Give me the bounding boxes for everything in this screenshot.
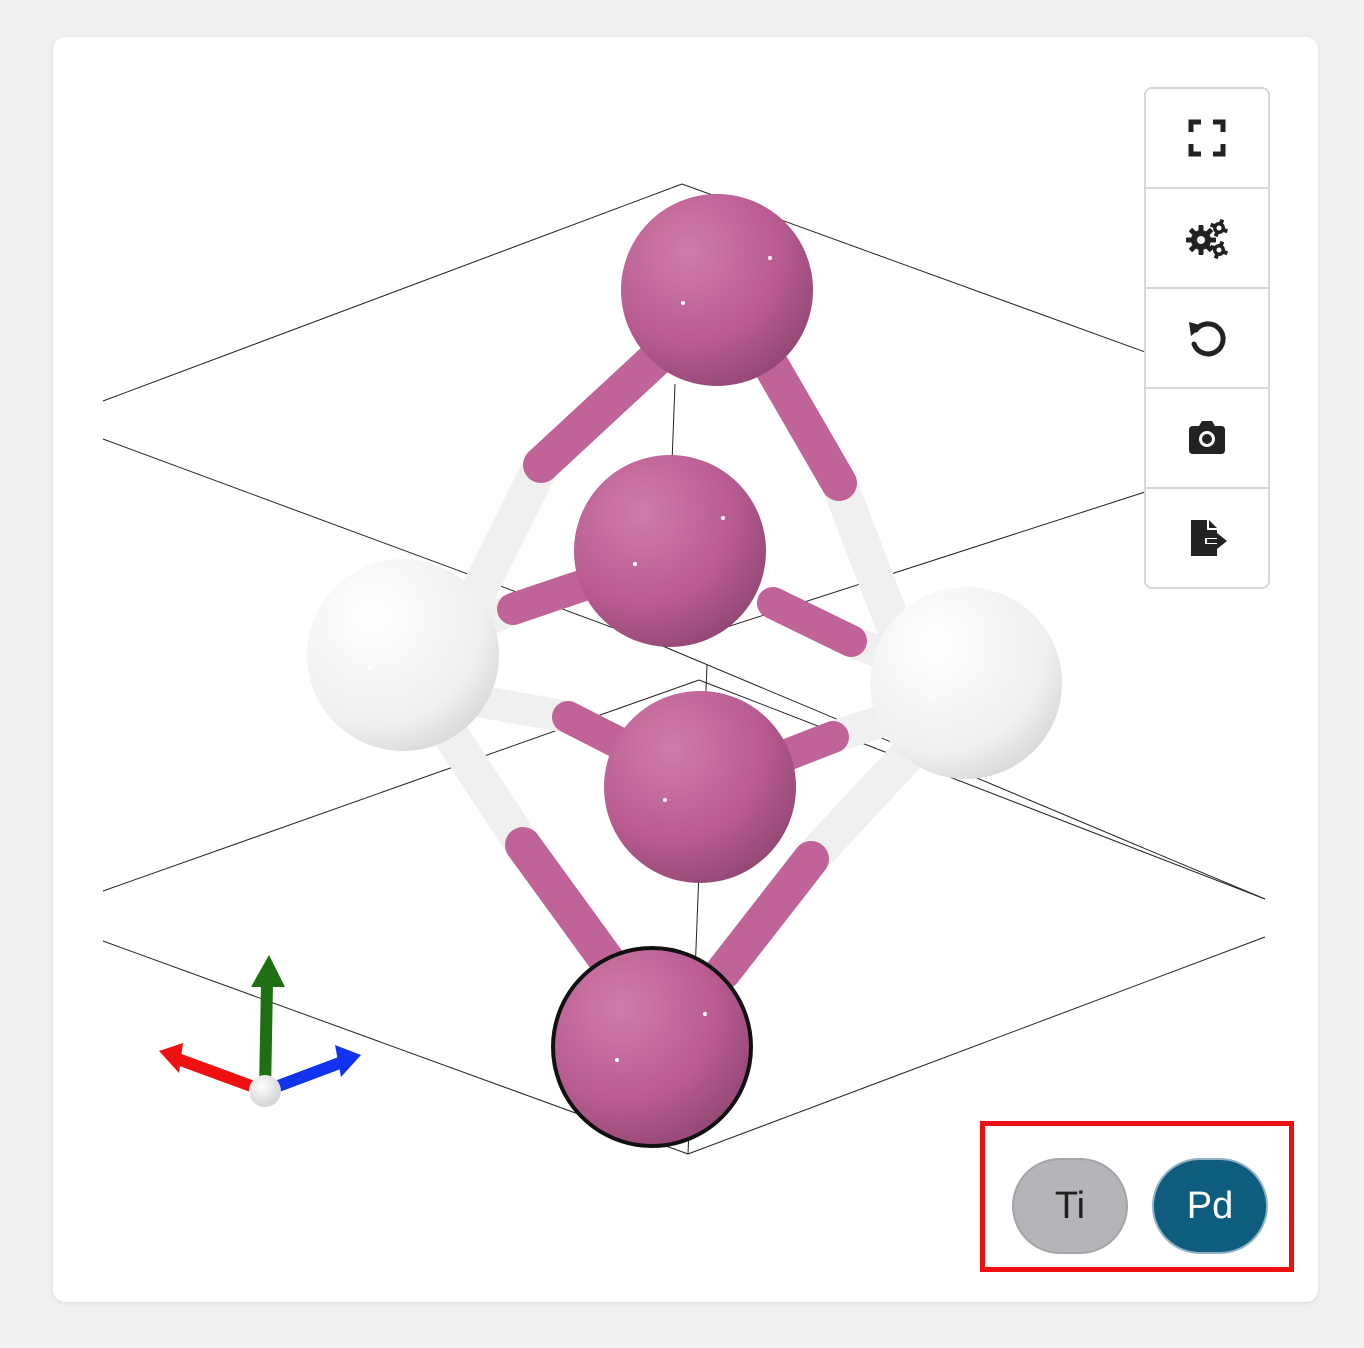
atom-ti [870,587,1062,779]
structure-viewer-card: Ti Pd [53,37,1318,1302]
screenshot-button[interactable] [1146,389,1268,489]
element-button-pd[interactable]: Pd [1152,1158,1268,1254]
file-export-icon [1191,520,1227,556]
element-legend: Ti Pd [980,1121,1294,1272]
viewer-toolbar [1144,87,1270,589]
reset-view-button[interactable] [1146,289,1268,389]
element-symbol: Ti [1054,1184,1086,1227]
element-symbol: Pd [1186,1184,1234,1227]
fullscreen-icon [1188,119,1226,157]
export-button[interactable] [1146,489,1268,587]
atom-pd-selected [551,946,753,1148]
atom-pd [621,194,813,386]
gears-icon [1186,218,1229,260]
atom-pd [574,455,766,647]
fullscreen-button[interactable] [1146,89,1268,189]
atom-ti [307,559,499,751]
camera-icon [1189,421,1225,454]
axes-gizmo [159,955,361,1107]
crystal-structure-canvas[interactable] [53,37,1318,1302]
atom-pd [604,691,796,883]
atoms [307,194,1062,1148]
settings-button[interactable] [1146,189,1268,289]
rotate-left-icon [1189,321,1226,357]
element-button-ti[interactable]: Ti [1012,1158,1128,1254]
